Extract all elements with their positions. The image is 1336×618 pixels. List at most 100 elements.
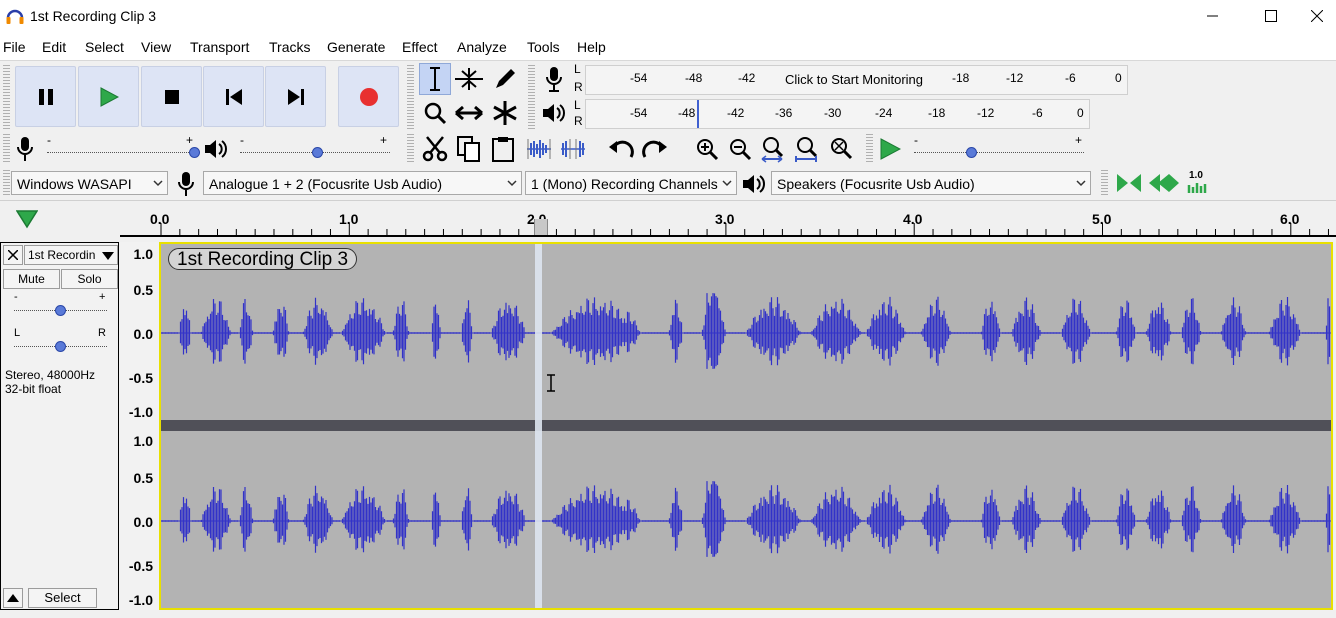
menu-edit[interactable]: Edit xyxy=(42,39,66,55)
transcription-toolbar-grip[interactable] xyxy=(1101,169,1108,197)
pause-button[interactable] xyxy=(15,66,76,127)
tools-toolbar-grip[interactable] xyxy=(407,64,414,130)
record-meter-tick: 0 xyxy=(1115,71,1122,85)
record-meter[interactable]: -54 -48 -42 Click to Start Monitoring -1… xyxy=(585,65,1128,95)
recording-channels-value: 1 (Mono) Recording Channels xyxy=(531,176,718,192)
timeline-ruler[interactable]: 0.0 1.0 2.0 3.0 4.0 5.0 6.0 xyxy=(0,200,1336,238)
start-monitoring-prompt[interactable]: Click to Start Monitoring xyxy=(785,72,923,87)
record-meter-right-label: R xyxy=(574,80,583,94)
track-control-panel[interactable]: 1st Recordin Mute Solo - + L R Stereo, 4… xyxy=(0,242,119,610)
menu-view[interactable]: View xyxy=(141,39,171,55)
playback-meter-tick: -30 xyxy=(824,106,842,120)
play-cut-preview-button[interactable] xyxy=(1114,169,1144,197)
play-speed-slider[interactable] xyxy=(914,152,1084,155)
track-menu-button[interactable]: 1st Recordin xyxy=(24,245,118,265)
track-close-button[interactable] xyxy=(3,245,23,265)
spectral-settings-button[interactable]: 1.0 xyxy=(1183,169,1213,197)
select-track-button[interactable]: Select xyxy=(28,588,97,608)
waveform-channels xyxy=(161,244,1331,608)
zoom-in-button[interactable] xyxy=(691,133,723,165)
stop-button[interactable] xyxy=(141,66,202,127)
timeline-options-button[interactable] xyxy=(11,205,41,233)
menu-tools[interactable]: Tools xyxy=(527,39,560,55)
menu-help[interactable]: Help xyxy=(577,39,606,55)
scale-label: -0.5 xyxy=(128,558,153,574)
record-meter-button[interactable] xyxy=(538,63,570,95)
menu-select[interactable]: Select xyxy=(85,39,124,55)
playback-device-select[interactable]: Speakers (Focusrite Usb Audio) xyxy=(771,171,1091,195)
speaker-volume-thumb[interactable] xyxy=(312,147,323,158)
close-window-button[interactable] xyxy=(1298,0,1336,33)
rewind-preview-button[interactable] xyxy=(1146,169,1182,197)
solo-button[interactable]: Solo xyxy=(61,269,118,289)
zoom-toggle-button[interactable] xyxy=(825,133,857,165)
play-at-speed-icon xyxy=(880,138,901,160)
playback-meter[interactable]: -54 -48 -42 -36 -30 -24 -18 -12 -6 0 xyxy=(585,99,1090,129)
mic-volume-slider[interactable] xyxy=(47,152,197,155)
pan-thumb[interactable] xyxy=(55,341,66,352)
transport-toolbar-grip[interactable] xyxy=(3,64,10,130)
stop-icon xyxy=(164,89,179,104)
cut-button[interactable] xyxy=(419,133,451,165)
zoom-tool[interactable] xyxy=(419,97,451,129)
selection-tool[interactable] xyxy=(419,63,451,95)
skip-to-start-button[interactable] xyxy=(203,66,264,127)
undo-button[interactable] xyxy=(605,133,637,165)
playback-meter-button[interactable] xyxy=(538,97,570,129)
copy-button[interactable] xyxy=(453,133,485,165)
recording-channels-select[interactable]: 1 (Mono) Recording Channels xyxy=(525,171,737,195)
time-shift-tool[interactable] xyxy=(453,97,485,129)
recording-device-select[interactable]: Analogue 1 + 2 (Focusrite Usb Audio) xyxy=(203,171,522,195)
zoom-out-button[interactable] xyxy=(724,133,756,165)
play-button[interactable] xyxy=(78,66,139,127)
envelope-tool[interactable] xyxy=(453,63,485,95)
scale-label: 0.0 xyxy=(133,326,153,342)
menu-file[interactable]: File xyxy=(3,39,26,55)
play-at-speed-button[interactable] xyxy=(874,133,906,165)
device-toolbar-grip[interactable] xyxy=(3,169,10,197)
paste-icon xyxy=(492,137,514,162)
maximize-button[interactable] xyxy=(1248,0,1294,33)
paste-button[interactable] xyxy=(487,133,519,165)
menu-tracks[interactable]: Tracks xyxy=(269,39,310,55)
menu-transport[interactable]: Transport xyxy=(190,39,249,55)
edit-toolbar-grip[interactable] xyxy=(407,133,414,163)
pause-icon xyxy=(38,88,53,105)
clip-name-label[interactable]: 1st Recording Clip 3 xyxy=(168,248,358,270)
multi-tool[interactable] xyxy=(489,97,521,129)
playback-meter-right-label: R xyxy=(574,114,583,128)
close-icon xyxy=(8,250,18,260)
recording-device-icon xyxy=(178,172,194,196)
mute-button[interactable]: Mute xyxy=(3,269,60,289)
menu-generate[interactable]: Generate xyxy=(327,39,385,55)
meter-toolbar-grip[interactable] xyxy=(528,64,535,130)
menu-analyze[interactable]: Analyze xyxy=(457,39,507,55)
scale-label: 0.5 xyxy=(133,470,153,486)
silence-audio-button[interactable] xyxy=(557,133,589,165)
amplitude-ruler[interactable]: 1.0 0.5 0.0 -0.5 -1.0 1.0 0.5 0.0 -0.5 -… xyxy=(119,242,159,610)
fit-project-button[interactable] xyxy=(791,133,823,165)
scale-label: 0.0 xyxy=(133,514,153,530)
gain-thumb[interactable] xyxy=(55,305,66,316)
minimize-button[interactable] xyxy=(1190,0,1236,33)
record-button[interactable] xyxy=(338,66,399,127)
waveform-view[interactable]: 1st Recording Clip 3 xyxy=(159,242,1333,610)
draw-tool[interactable] xyxy=(489,63,521,95)
audio-host-select[interactable]: Windows WASAPI xyxy=(11,171,168,195)
left-channel-waveform xyxy=(161,293,1331,369)
menu-effect[interactable]: Effect xyxy=(402,39,438,55)
skip-to-end-button[interactable] xyxy=(265,66,326,127)
fit-selection-button[interactable] xyxy=(757,133,789,165)
magnifier-icon xyxy=(424,102,447,125)
mic-volume-thumb[interactable] xyxy=(189,147,200,158)
window-title: 1st Recording Clip 3 xyxy=(30,8,157,24)
collapse-track-button[interactable] xyxy=(3,588,23,608)
mixer-toolbar-grip[interactable] xyxy=(3,133,10,163)
play-speed-toolbar-grip[interactable] xyxy=(866,133,873,163)
redo-button[interactable] xyxy=(639,133,671,165)
play-speed-thumb[interactable] xyxy=(966,147,977,158)
trim-icon xyxy=(527,139,551,159)
playback-meter-tick: -54 xyxy=(630,106,648,120)
trim-audio-button[interactable] xyxy=(523,133,555,165)
track-name-label: 1st Recordin xyxy=(28,248,96,262)
